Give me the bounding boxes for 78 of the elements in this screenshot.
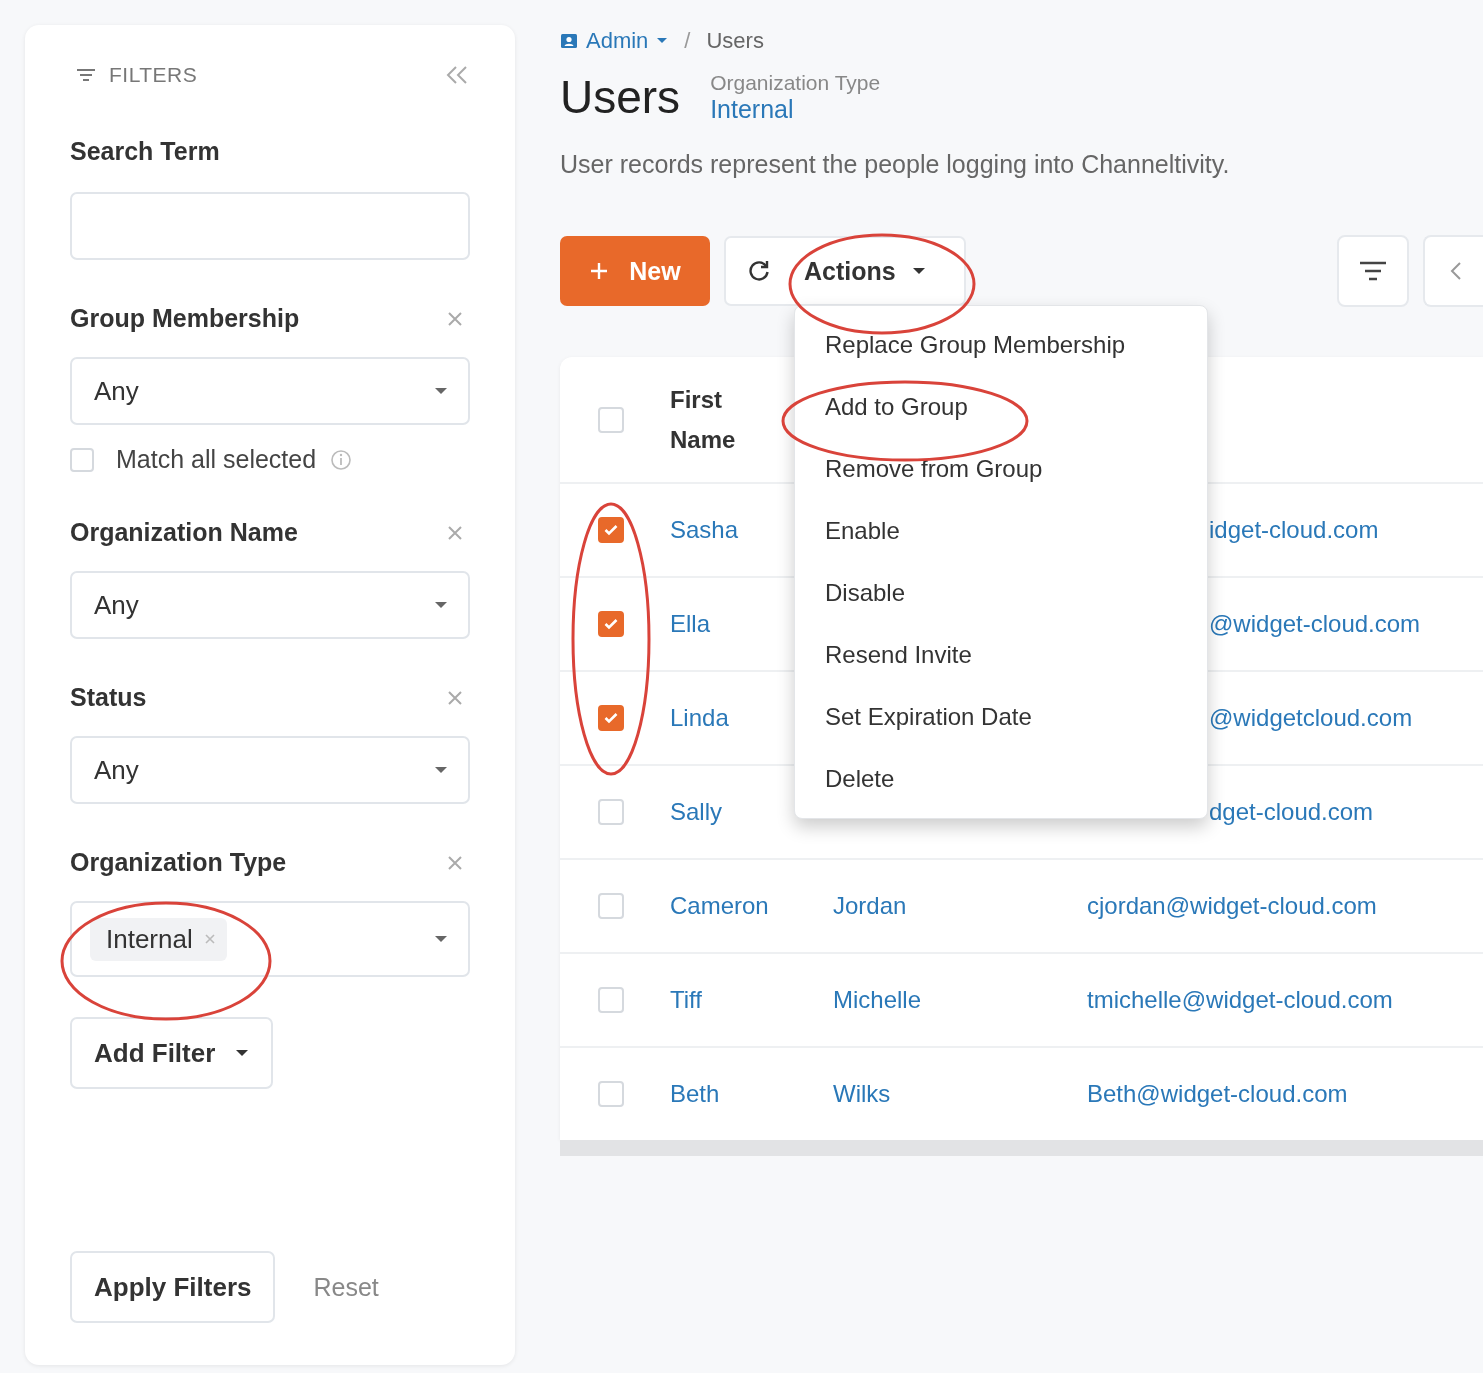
row-checkbox[interactable] (598, 611, 624, 637)
menu-item[interactable]: Set Expiration Date (795, 686, 1207, 748)
menu-item[interactable]: Resend Invite (795, 624, 1207, 686)
column-header: First Name (670, 384, 737, 455)
last-name-link[interactable]: Wilks (833, 1080, 891, 1107)
apply-filters-button[interactable]: Apply Filters (70, 1251, 276, 1323)
first-name-link[interactable]: Ella (670, 610, 711, 637)
info-icon (330, 448, 353, 471)
field-label: Status (70, 683, 147, 712)
filters-title: FILTERS (109, 63, 198, 87)
field-label: Search Term (70, 137, 221, 166)
row-checkbox[interactable] (598, 517, 624, 543)
checkbox-label: Match all selected (116, 445, 317, 474)
select-field[interactable]: Any (70, 736, 470, 804)
breadcrumb-link[interactable]: Admin (586, 28, 649, 54)
chevron-left-icon (1449, 260, 1463, 282)
first-name-link[interactable]: Sally (670, 798, 723, 825)
last-name-link[interactable]: Jordan (833, 892, 907, 919)
menu-item[interactable]: Add to Group (795, 376, 1207, 438)
refresh-icon (746, 258, 772, 284)
caret-icon (434, 935, 448, 943)
select-all-checkbox[interactable] (598, 406, 624, 433)
filter-icon (75, 67, 97, 83)
menu-item[interactable]: Replace Group Membership (795, 314, 1207, 376)
caret-icon (434, 387, 448, 395)
filter-button[interactable] (1337, 235, 1409, 307)
caret-icon (235, 1049, 250, 1057)
menu-item[interactable]: Remove from Group (795, 438, 1207, 500)
page-description: User records represent the people logging into Channeltivity. (560, 150, 1231, 179)
caret-icon (434, 601, 448, 609)
menu-item[interactable]: Enable (795, 500, 1207, 562)
caret-icon (434, 766, 448, 774)
new-button[interactable]: New (560, 236, 710, 306)
context-label: Organization Type (710, 70, 881, 95)
email-link[interactable]: cjordan@widget-cloud.com (1087, 892, 1377, 919)
filter-icon (1357, 260, 1389, 282)
email-link[interactable]: @widgetcloud.com (1209, 704, 1413, 731)
filter-tag: Internal (90, 917, 227, 961)
email-link[interactable]: dget-cloud.com (1209, 798, 1374, 825)
first-name-link[interactable]: Cameron (670, 892, 769, 919)
caret-icon (656, 37, 669, 45)
add-filter-button[interactable]: Add Filter (70, 1017, 274, 1089)
search-field[interactable] (70, 192, 470, 260)
close-icon[interactable] (202, 932, 217, 946)
previous-button[interactable] (1423, 235, 1483, 307)
menu-item[interactable]: Delete (795, 748, 1207, 810)
close-icon[interactable] (446, 523, 464, 542)
breadcrumb-separator: / (684, 28, 691, 54)
scrollbar[interactable] (560, 1140, 1483, 1156)
select-field[interactable]: Internal (70, 901, 470, 977)
select-field[interactable]: Any (70, 571, 470, 639)
reset-link[interactable]: Reset (313, 1272, 379, 1302)
first-name-link[interactable]: Linda (670, 704, 729, 731)
close-icon[interactable] (446, 309, 464, 328)
collapse-icon[interactable] (444, 64, 470, 86)
page-title: Users (560, 70, 681, 124)
caret-icon (911, 267, 926, 275)
menu-item[interactable]: Disable (795, 562, 1207, 624)
close-icon[interactable] (446, 853, 464, 872)
context-value: Internal (710, 94, 795, 124)
row-checkbox[interactable] (598, 705, 624, 731)
field-label: Group Membership (70, 304, 300, 333)
email-link[interactable]: idget-cloud.com (1209, 516, 1379, 543)
email-link[interactable]: tmichelle@widget-cloud.com (1087, 986, 1393, 1013)
checkbox[interactable] (70, 447, 94, 472)
select-field[interactable]: Any (70, 357, 470, 425)
last-name-link[interactable]: Michelle (833, 986, 922, 1013)
first-name-link[interactable]: Tiff (670, 986, 702, 1013)
first-name-link[interactable]: Beth (670, 1080, 720, 1107)
email-link[interactable]: @widget-cloud.com (1209, 610, 1421, 637)
field-label: Organization Name (70, 518, 298, 547)
close-icon[interactable] (446, 688, 464, 707)
field-label: Organization Type (70, 848, 287, 877)
first-name-link[interactable]: Sasha (670, 516, 739, 543)
plus-icon (589, 261, 610, 281)
email-link[interactable]: Beth@widget-cloud.com (1087, 1080, 1348, 1107)
breadcrumb-current: Users (706, 28, 764, 54)
contact-card-icon (560, 32, 578, 50)
